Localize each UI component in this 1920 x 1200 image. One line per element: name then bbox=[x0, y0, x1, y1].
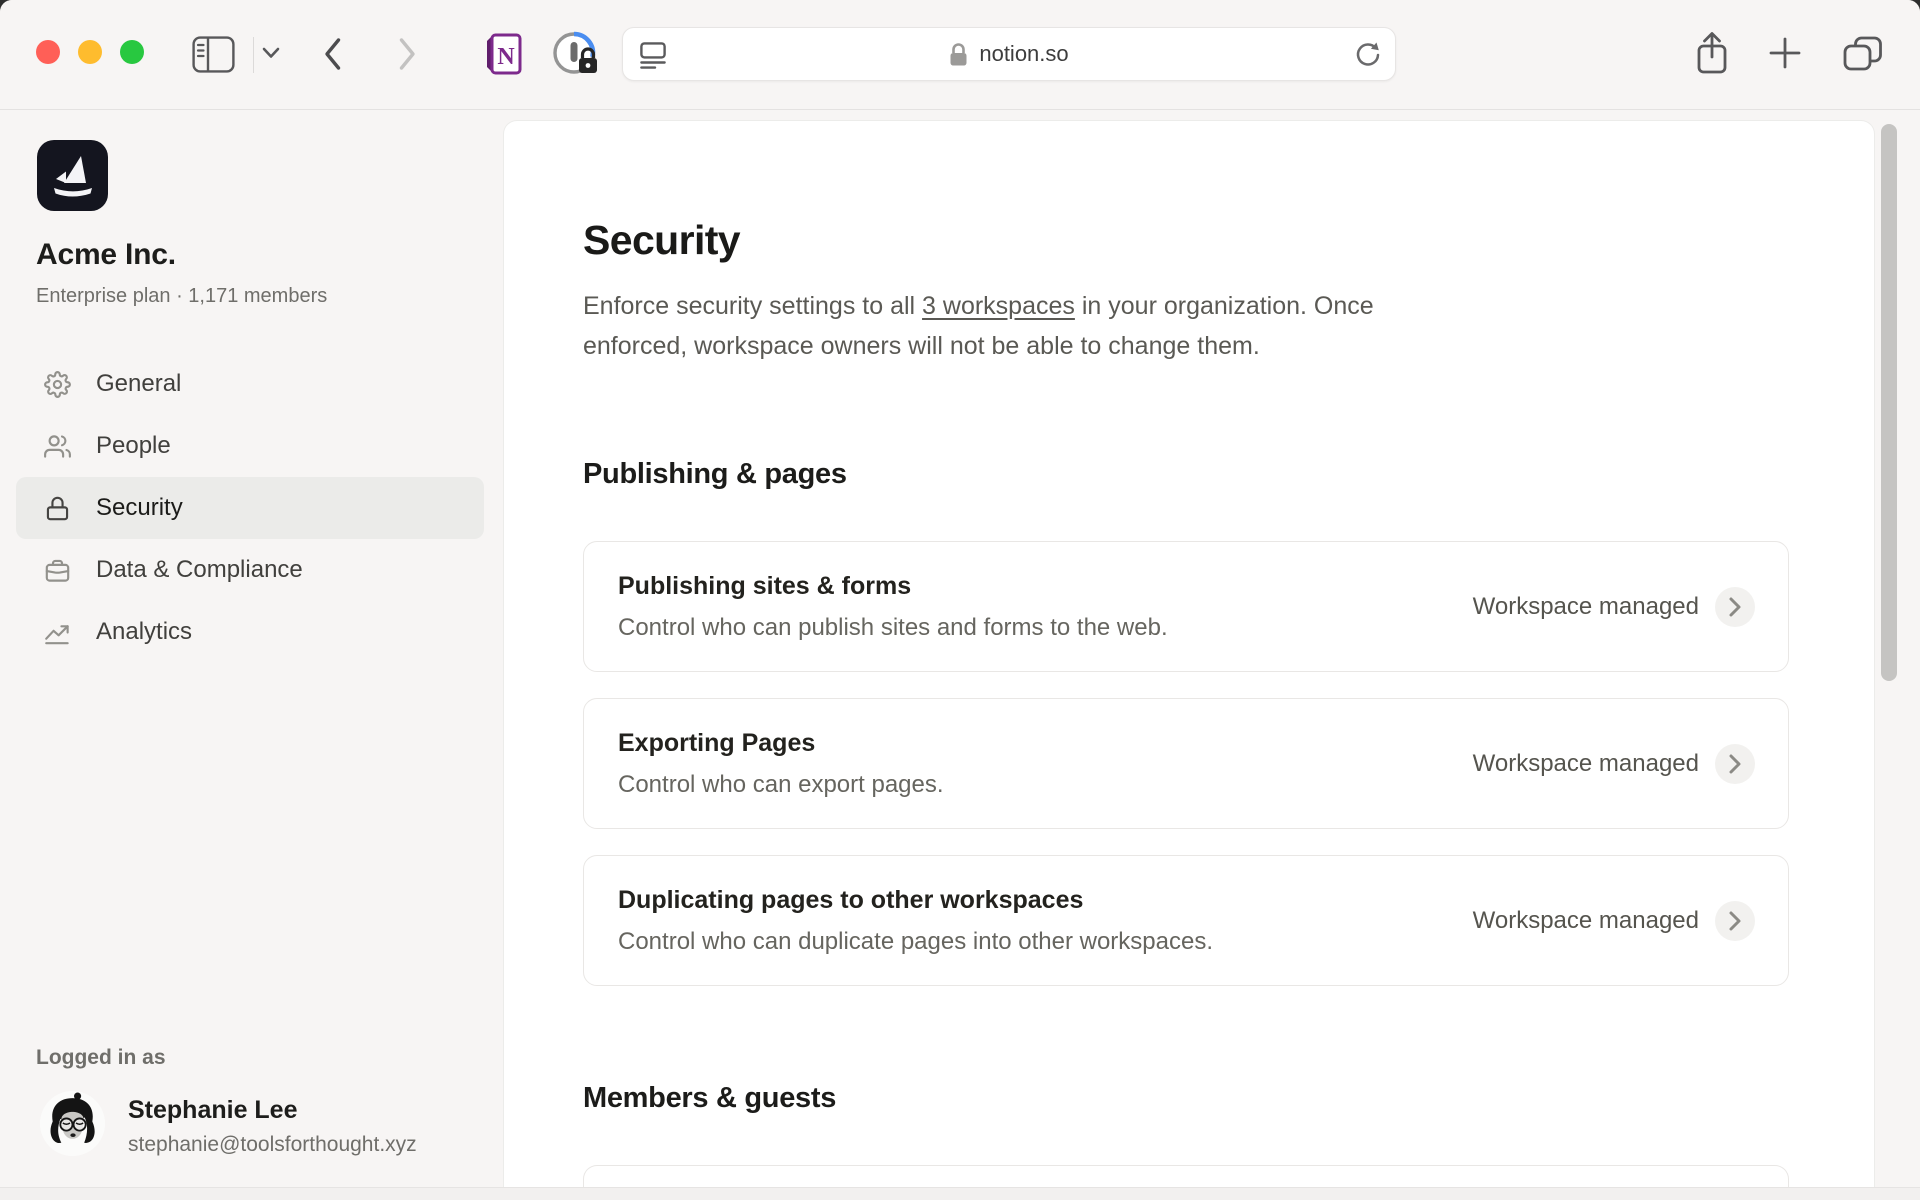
sidebar-item-analytics[interactable]: Analytics bbox=[16, 601, 484, 663]
card-status: Workspace managed bbox=[1473, 593, 1699, 621]
onepassword-extension-button[interactable] bbox=[551, 30, 601, 78]
page-title: Security bbox=[583, 217, 1789, 264]
tab-overview-icon bbox=[1843, 36, 1883, 72]
card-description: Control who can export pages. bbox=[618, 771, 1473, 799]
share-button[interactable] bbox=[1694, 30, 1730, 76]
tab-overview-button[interactable] bbox=[1843, 36, 1883, 72]
logged-in-label: Logged in as bbox=[36, 1046, 166, 1070]
svg-text:N: N bbox=[497, 44, 515, 70]
onepassword-extension-icon bbox=[551, 30, 601, 78]
sidebar-item-people[interactable]: People bbox=[16, 415, 484, 477]
card-status: Workspace managed bbox=[1473, 750, 1699, 778]
lock-icon bbox=[949, 42, 968, 67]
back-button[interactable] bbox=[322, 35, 344, 73]
org-logo[interactable] bbox=[37, 140, 108, 211]
sidebar-item-general[interactable]: General bbox=[16, 353, 484, 415]
chevron-right-button[interactable] bbox=[1715, 587, 1755, 627]
card-status: Workspace managed bbox=[1473, 907, 1699, 935]
org-meta: Enterprise plan · 1,171 members bbox=[36, 285, 327, 308]
card-right: Workspace managed bbox=[1473, 901, 1755, 941]
sidebar-toggle-button[interactable] bbox=[192, 36, 235, 73]
reload-button[interactable] bbox=[1354, 41, 1382, 69]
back-icon bbox=[322, 35, 344, 73]
chevron-right-button[interactable] bbox=[1715, 744, 1755, 784]
safari-window: N bbox=[0, 0, 1920, 1200]
people-icon bbox=[44, 433, 71, 460]
chevron-down-icon bbox=[262, 47, 280, 59]
setting-card-duplicating-pages[interactable]: Duplicating pages to other workspaces Co… bbox=[583, 855, 1789, 986]
card-right: Workspace managed bbox=[1473, 587, 1755, 627]
chevron-right-icon bbox=[1728, 596, 1742, 618]
browser-toolbar: N bbox=[0, 0, 1920, 110]
scrollbar-thumb[interactable] bbox=[1881, 124, 1897, 681]
avatar-illustration bbox=[40, 1091, 105, 1156]
admin-sidebar: Acme Inc. Enterprise plan · 1,171 member… bbox=[0, 110, 503, 1200]
sidebar-item-label: Analytics bbox=[96, 618, 192, 646]
sidebar-item-label: Security bbox=[96, 494, 183, 522]
setting-card-publishing-sites[interactable]: Publishing sites & forms Control who can… bbox=[583, 541, 1789, 672]
forward-button[interactable] bbox=[396, 35, 418, 73]
section-heading-members: Members & guests bbox=[583, 1082, 1789, 1115]
briefcase-icon bbox=[44, 557, 71, 584]
new-tab-icon bbox=[1768, 36, 1802, 70]
reload-icon bbox=[1354, 41, 1382, 69]
section-heading-publishing: Publishing & pages bbox=[583, 458, 1789, 491]
close-button[interactable] bbox=[36, 40, 60, 64]
forward-icon bbox=[396, 35, 418, 73]
minimize-button[interactable] bbox=[78, 40, 102, 64]
user-name: Stephanie Lee bbox=[128, 1096, 298, 1125]
sailboat-icon bbox=[45, 148, 101, 204]
lock-icon bbox=[44, 495, 71, 522]
sidebar-item-label: People bbox=[96, 432, 171, 460]
card-title: Exporting Pages bbox=[618, 729, 1473, 758]
setting-card-exporting-pages[interactable]: Exporting Pages Control who can export p… bbox=[583, 698, 1789, 829]
main-area: Security Enforce security settings to al… bbox=[503, 110, 1920, 1200]
sidebar-item-label: General bbox=[96, 370, 181, 398]
description-text: Enforce security settings to all bbox=[583, 292, 922, 320]
new-tab-button[interactable] bbox=[1768, 36, 1802, 70]
card-text: Publishing sites & forms Control who can… bbox=[618, 572, 1473, 642]
card-description: Control who can publish sites and forms … bbox=[618, 614, 1473, 642]
sidebar-item-data-compliance[interactable]: Data & Compliance bbox=[16, 539, 484, 601]
zoom-button[interactable] bbox=[120, 40, 144, 64]
card-description: Control who can duplicate pages into oth… bbox=[618, 928, 1473, 956]
url-text: notion.so bbox=[979, 41, 1068, 67]
user-email: stephanie@toolsforthought.xyz bbox=[128, 1133, 417, 1157]
card-right: Workspace managed bbox=[1473, 744, 1755, 784]
address-bar[interactable]: notion.so bbox=[622, 27, 1396, 81]
notion-extension-button[interactable]: N bbox=[482, 31, 525, 77]
avatar[interactable] bbox=[40, 1091, 105, 1156]
url-display: notion.so bbox=[623, 28, 1395, 80]
card-title: Duplicating pages to other workspaces bbox=[618, 886, 1473, 915]
sidebar-item-security[interactable]: Security bbox=[16, 477, 484, 539]
toolbar-divider bbox=[253, 37, 254, 73]
card-title: Publishing sites & forms bbox=[618, 572, 1473, 601]
sidebar-nav: General People Security bbox=[16, 353, 484, 663]
card-text: Duplicating pages to other workspaces Co… bbox=[618, 886, 1473, 956]
card-text: Exporting Pages Control who can export p… bbox=[618, 729, 1473, 799]
window-bottom-edge bbox=[0, 1187, 1920, 1200]
chevron-right-icon bbox=[1728, 910, 1742, 932]
chevron-right-icon bbox=[1728, 753, 1742, 775]
share-icon bbox=[1694, 30, 1730, 76]
sidebar-toggle-icon bbox=[192, 36, 235, 73]
page-description: Enforce security settings to all 3 works… bbox=[583, 286, 1483, 366]
notion-extension-icon: N bbox=[482, 31, 525, 77]
window-content: Acme Inc. Enterprise plan · 1,171 member… bbox=[0, 110, 1920, 1200]
sidebar-item-label: Data & Compliance bbox=[96, 556, 303, 584]
chevron-right-button[interactable] bbox=[1715, 901, 1755, 941]
gear-icon bbox=[44, 371, 71, 398]
org-name: Acme Inc. bbox=[36, 238, 176, 272]
sidebar-menu-button[interactable] bbox=[262, 47, 280, 59]
workspaces-link[interactable]: 3 workspaces bbox=[922, 292, 1075, 320]
traffic-lights bbox=[36, 40, 144, 64]
settings-cards: Publishing sites & forms Control who can… bbox=[583, 541, 1789, 986]
settings-panel: Security Enforce security settings to al… bbox=[503, 120, 1875, 1200]
chart-icon bbox=[44, 619, 71, 646]
